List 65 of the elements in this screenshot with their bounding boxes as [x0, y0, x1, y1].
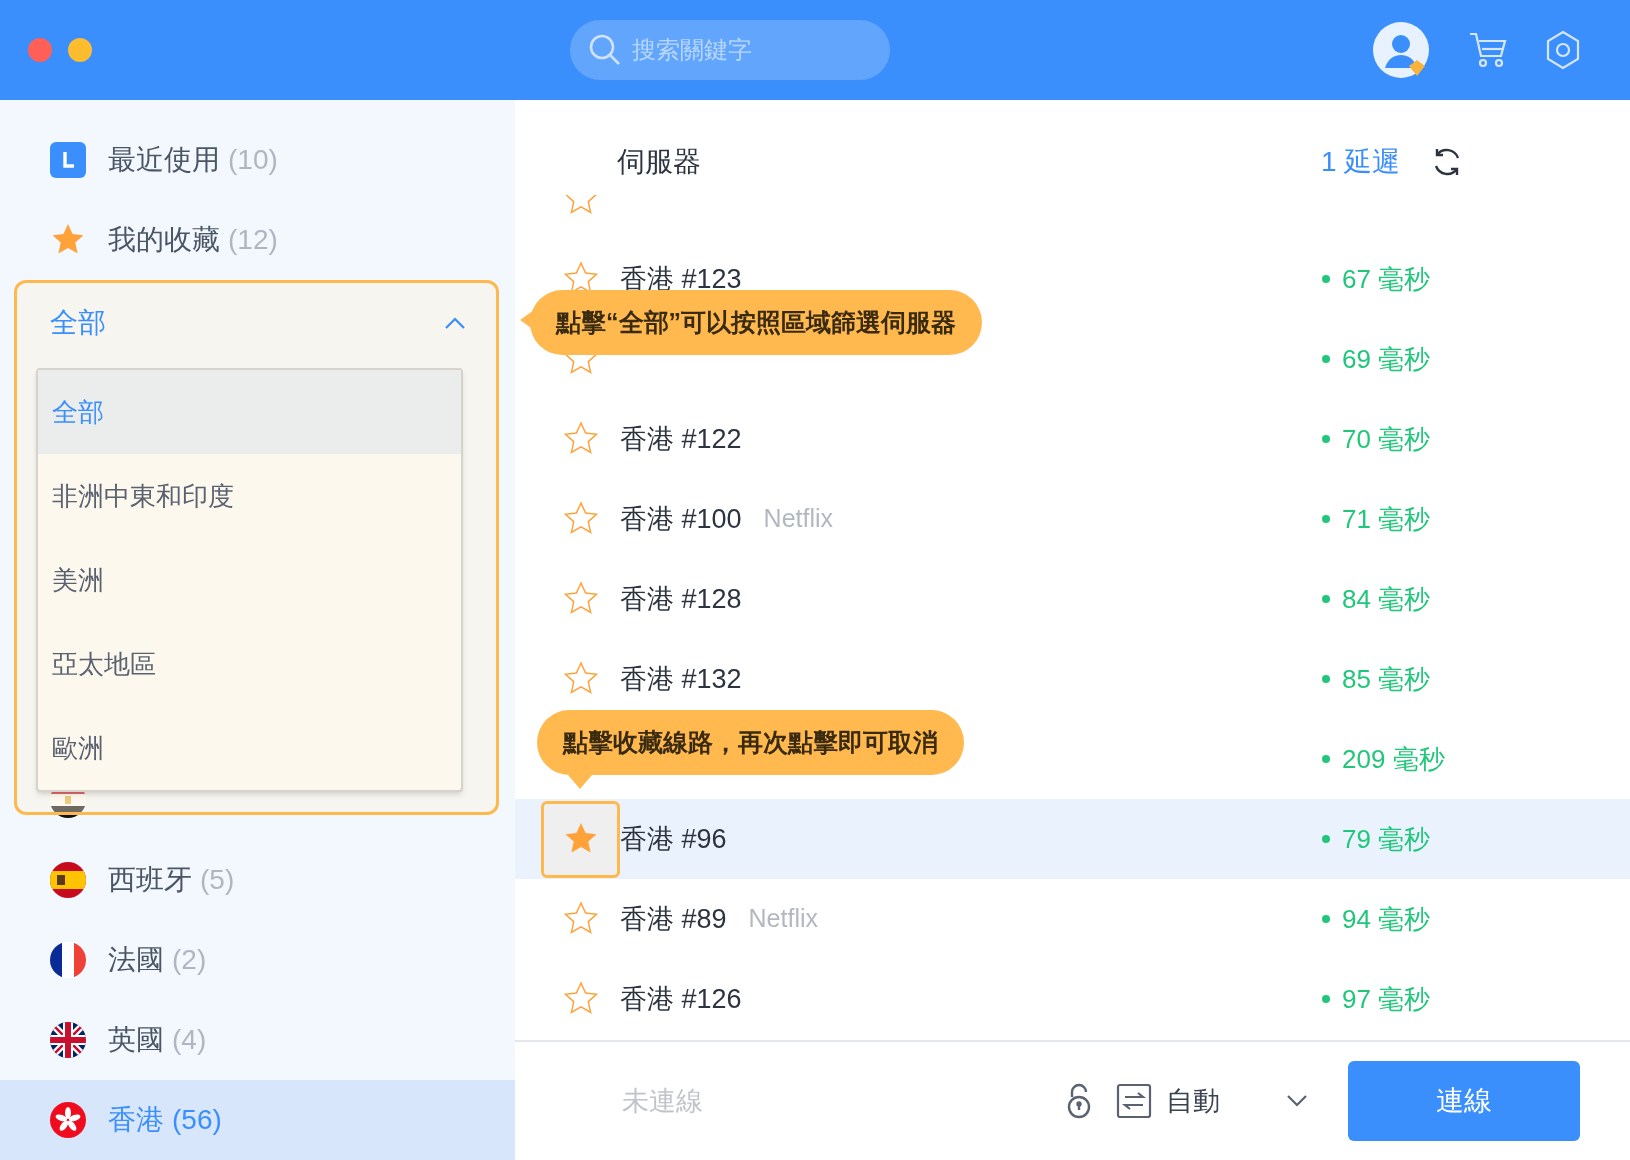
flag-icon [50, 1022, 86, 1058]
star-icon[interactable] [562, 501, 599, 537]
status-dot-icon [1322, 755, 1330, 763]
column-header: 伺服器 [617, 144, 701, 179]
server-name: 香港 #89 [620, 902, 727, 936]
sidebar-item[interactable]: 西班牙 (5) [0, 840, 515, 920]
status-dot-icon [1322, 355, 1330, 363]
server-name: 香港 #122 [620, 422, 742, 456]
server-tag: Netflix [763, 500, 834, 538]
latency-value: 97 毫秒 [1342, 982, 1431, 1016]
status-dot-icon [1322, 275, 1330, 283]
dropdown-option[interactable]: 非洲中東和印度 [38, 454, 461, 538]
latency-value: 94 毫秒 [1342, 902, 1431, 936]
server-row[interactable]: 香港 #96 79 毫秒 [515, 799, 1630, 879]
star-icon[interactable] [562, 901, 599, 937]
server-name: 香港 #100 [620, 502, 742, 536]
swap-icon[interactable] [1116, 1083, 1152, 1119]
status-dot-icon [1322, 515, 1330, 523]
star-icon[interactable] [562, 581, 599, 617]
chevron-up-icon [444, 316, 466, 330]
search-icon [588, 33, 622, 67]
server-name: 香港 #128 [620, 582, 742, 616]
sidebar-item[interactable]: 法國 (2) [0, 920, 515, 1000]
status-dot-icon [1322, 675, 1330, 683]
tooltip-pointer [520, 310, 534, 330]
sidebar-item[interactable]: 最近使用 (10) [0, 120, 515, 200]
avatar-icon[interactable] [1373, 22, 1429, 78]
close-window-button[interactable] [28, 38, 52, 62]
settings-icon[interactable] [1545, 30, 1581, 70]
status-dot-icon [1322, 915, 1330, 923]
server-name: 香港 #132 [620, 662, 742, 696]
flag-icon [50, 942, 86, 978]
latency-value: 67 毫秒 [1342, 262, 1431, 296]
tooltip: 點擊“全部”可以按照區域篩選伺服器 [530, 290, 982, 355]
status-dot-icon [1322, 435, 1330, 443]
server-name: 香港 #126 [620, 982, 742, 1016]
flag-icon [50, 862, 86, 898]
flag-icon [50, 1102, 86, 1138]
tooltip: 點擊收藏線路，再次點擊即可取消 [537, 710, 964, 775]
latency-value: 79 毫秒 [1342, 822, 1431, 856]
chevron-down-icon[interactable] [1286, 1094, 1308, 1108]
dropdown-option[interactable]: 歐洲 [38, 706, 461, 790]
star-icon[interactable] [562, 421, 599, 457]
dropdown-option[interactable]: 亞太地區 [38, 622, 461, 706]
latency-value: 85 毫秒 [1342, 662, 1431, 696]
tooltip-pointer [568, 775, 592, 789]
latency-value: 71 毫秒 [1342, 502, 1431, 536]
sidebar-item[interactable]: 英國 (4) [0, 1000, 515, 1080]
connection-status: 未連線 [622, 1084, 703, 1118]
dropdown-option[interactable]: 美洲 [38, 538, 461, 622]
status-dot-icon [1322, 835, 1330, 843]
cart-icon[interactable] [1468, 31, 1508, 69]
mode-selector[interactable]: 自動 [1166, 1080, 1286, 1122]
latency-value: 209 毫秒 [1342, 742, 1445, 776]
status-dot-icon [1322, 595, 1330, 603]
server-tag: Netflix [748, 900, 819, 938]
server-name: 香港 #96 [620, 822, 727, 856]
star-icon[interactable] [562, 661, 599, 697]
status-dot-icon [1322, 995, 1330, 1003]
latency-value: 69 毫秒 [1342, 342, 1431, 376]
latency-value: 70 毫秒 [1342, 422, 1431, 456]
minimize-window-button[interactable] [68, 38, 92, 62]
sidebar-item[interactable]: 我的收藏 (12) [0, 200, 515, 280]
star-icon[interactable] [562, 981, 599, 1017]
latency-value: 84 毫秒 [1342, 582, 1431, 616]
